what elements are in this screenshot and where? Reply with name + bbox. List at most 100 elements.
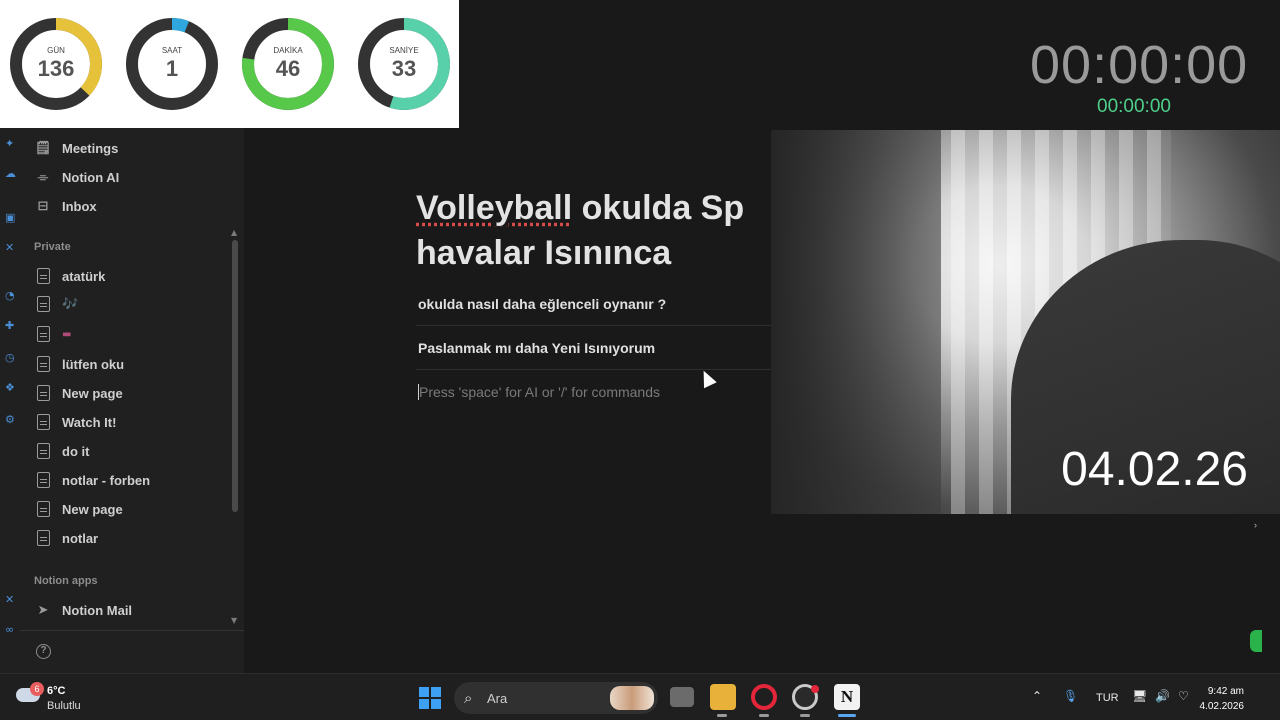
sidebar-item-label: lütfen oku [62,356,125,372]
search-highlight-image [610,686,654,710]
title-line2: havalar Isınınca [416,234,672,272]
app-icon[interactable]: ▣ [5,212,17,224]
app-running-indicator [717,714,727,717]
gauge-second: SANİYE 33 [356,16,452,112]
text-block[interactable]: Paslanmak mı daha Yeni Isınıyorum [418,340,655,356]
sidebar-page[interactable]: notlar [34,526,98,550]
app-icon[interactable]: ⚙ [5,414,17,426]
misspelled-word: Volleyball [416,189,573,227]
app-icon[interactable]: ✚ [5,320,17,332]
start-button[interactable] [419,687,441,709]
notion-ai-icon: ⌯ [37,169,49,185]
page-icon [34,295,52,313]
sidebar-item-label: New page [62,385,123,401]
app-icon[interactable]: ✦ [5,138,17,150]
chevron-right-icon: › [1254,520,1257,530]
search-placeholder: Ara [487,691,508,706]
sidebar-page[interactable]: ▬ [34,322,71,346]
gauge-label: SANİYE [389,46,419,55]
green-edge-tab[interactable] [1250,630,1262,652]
network-icon[interactable]: 🖥 [1132,689,1147,703]
volume-icon[interactable]: 🔊 [1155,689,1170,703]
taskbar: 6 6°C Bulutlu ⌕ Ara N ⌃ 🎙 TUR 🖥 🔊 ♡ 9:42… [0,673,1280,720]
app-icon[interactable]: ☁ [5,168,17,180]
app-icon[interactable]: ◷ [5,352,17,364]
search-icon: ⌕ [464,689,473,707]
notion-sidebar: 🗒 Meetings ⌯ Notion AI ⊟ Inbox Private a… [20,128,244,673]
sidebar-item-label: ▬ [62,328,72,340]
sidebar-item-notion-ai[interactable]: ⌯ Notion AI [34,165,119,189]
sidebar-divider [20,630,244,631]
block-divider [416,369,772,370]
microphone-icon[interactable]: 🎙 [1063,689,1078,703]
sidebar-item-meetings[interactable]: 🗒 Meetings [34,136,119,160]
app-icon[interactable]: ❖ [5,382,17,394]
sidebar-page[interactable]: New page [34,497,123,521]
notion-icon[interactable]: N [834,684,860,710]
mouse-cursor [697,367,717,389]
sidebar-item-notion-mail[interactable]: ➤ Notion Mail [34,598,133,622]
app-icon[interactable]: ✕ [5,242,17,254]
recording-dot [811,685,819,693]
page-icon [34,442,52,460]
page-icon [34,384,52,402]
page-title[interactable]: Volleyball okulda Sp havalar Isınınca [416,186,776,276]
webcam-shadow [771,130,941,514]
battery-icon[interactable]: ♡ [1178,689,1189,703]
sidebar-item-label: notlar - forben [62,472,151,488]
sidebar-page[interactable]: Watch It! [34,410,116,434]
sidebar-page[interactable]: 🎶 [34,292,78,316]
clock-time: 9:42 am [1207,686,1244,697]
page-icon [34,325,52,343]
app-icon[interactable]: ∞ [5,624,17,636]
text-block[interactable]: okulda nasıl daha eğlenceli oynanır ? [418,296,666,312]
sidebar-item-label: do it [62,443,90,459]
tray-overflow-icon[interactable]: ⌃ [1032,689,1042,703]
sidebar-item-label: New page [62,501,123,517]
weather-widget[interactable]: 6 6°C Bulutlu [16,682,126,714]
app-icon[interactable]: ◔ [5,290,17,302]
webcam-date: 04.02.26 [1061,443,1248,496]
app-icon[interactable]: ✕ [5,594,17,606]
sidebar-page[interactable]: New page [34,381,123,405]
webcam-feed: 04.02.26 [771,130,1280,514]
gauge-hour: SAAT 1 [124,16,220,112]
taskbar-search[interactable]: ⌕ Ara [454,682,658,714]
private-section-label: Private [34,241,71,253]
language-indicator[interactable]: TUR [1096,692,1119,704]
gauge-label: GÜN [47,46,65,55]
file-explorer-icon[interactable] [710,684,736,710]
app-running-indicator [759,714,769,717]
stopwatch-main: 00:00:00 [1030,35,1249,95]
gauge-label: DAKİKA [273,46,303,55]
weather-temp: 6°C [47,685,66,697]
scroll-up-arrow[interactable]: ▲ [231,228,237,237]
sidebar-scrollbar[interactable] [232,240,238,512]
page-icon [34,355,52,373]
inbox-icon: ⊟ [37,198,49,214]
notification-badge: 6 [30,682,44,696]
gauge-minute: DAKİKA 46 [240,16,336,112]
page-icon [34,267,52,285]
sidebar-item-inbox[interactable]: ⊟ Inbox [34,194,97,218]
gauge-day: GÜN 136 [8,16,104,112]
sidebar-page[interactable]: do it [34,439,89,463]
sidebar-item-label: 🎶 [62,296,79,312]
sidebar-page[interactable]: atatürk [34,264,105,288]
gauge-value: 46 [275,56,301,81]
help-icon[interactable]: ? [36,644,51,659]
opera-icon[interactable] [751,684,777,710]
sidebar-item-label: Watch It! [62,414,117,430]
gauge-value: 1 [165,56,179,81]
sidebar-page[interactable]: lütfen oku [34,352,124,376]
task-view-icon[interactable] [670,687,694,707]
scroll-down-arrow[interactable]: ▼ [231,616,237,625]
gauge-value: 33 [391,56,417,81]
sidebar-page[interactable]: notlar - forben [34,468,150,492]
empty-block-placeholder[interactable]: Press 'space' for AI or '/' for commands [418,384,660,400]
sidebar-item-label: Notion Mail [62,602,133,618]
system-clock[interactable]: 9:42 am 4.02.2026 [1200,684,1245,714]
outer-app-strip: ✦ ☁ ▣ ✕ ◔ ✚ ◷ ❖ ⚙ ✕ ∞ [0,128,20,673]
notion-apps-section-label: Notion apps [34,575,98,587]
sidebar-item-label: Inbox [62,198,97,214]
